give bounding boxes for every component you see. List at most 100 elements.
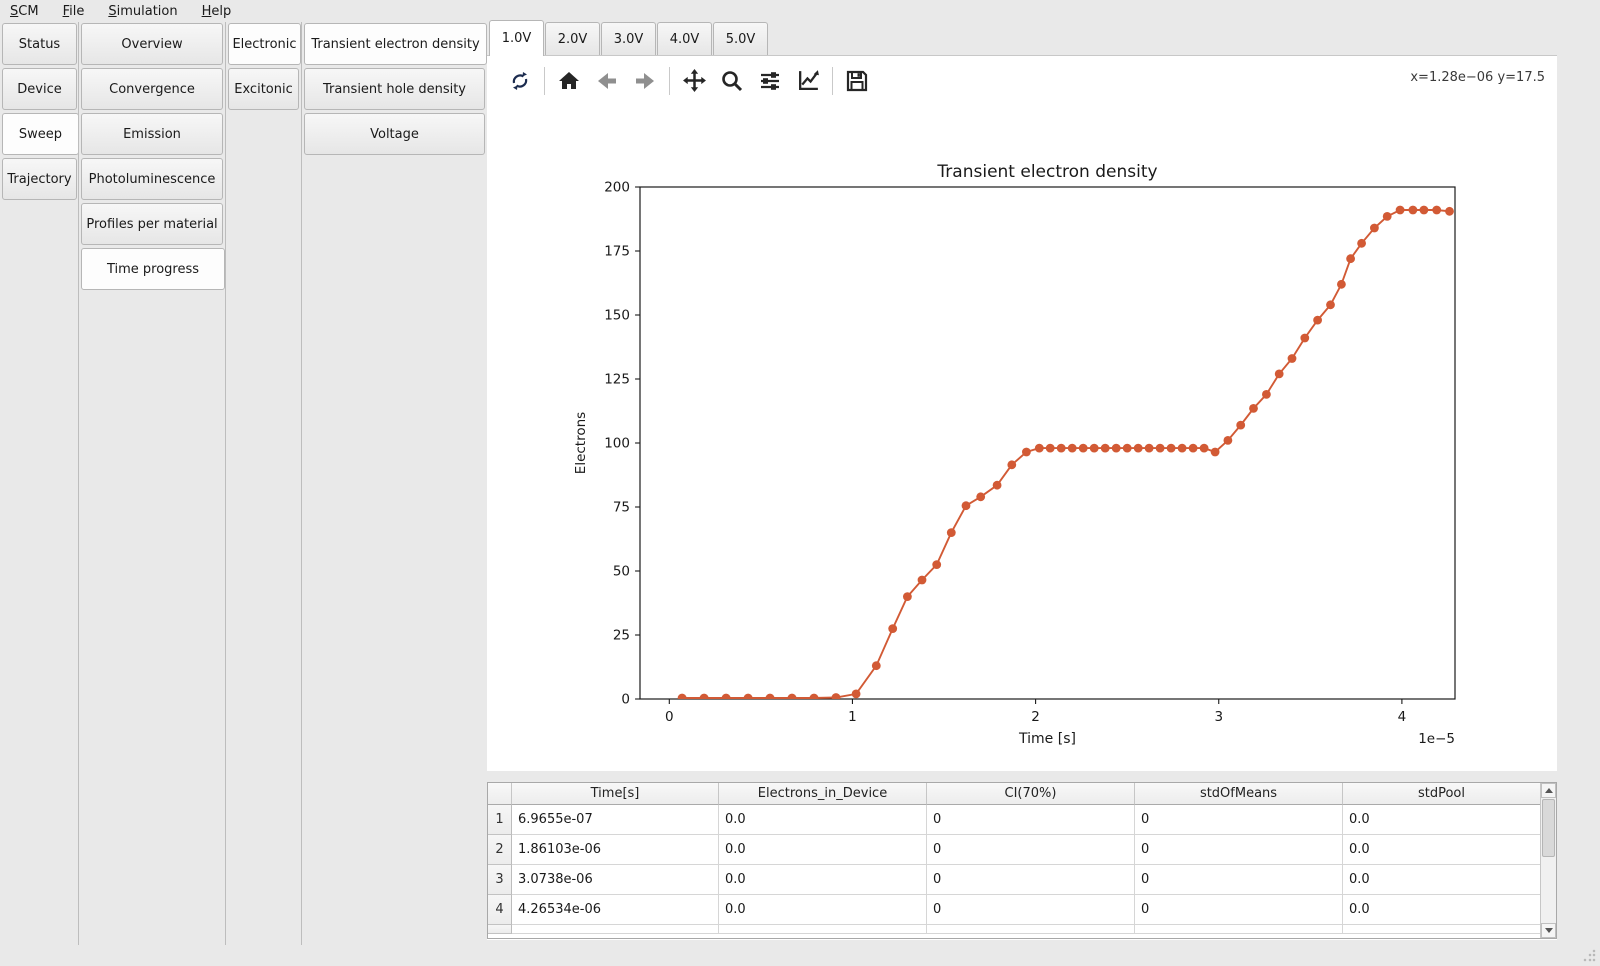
scroll-up-button[interactable] (1541, 783, 1556, 798)
svg-text:175: 175 (604, 244, 630, 260)
cell-stdofmeans[interactable]: 0 (1135, 835, 1343, 865)
cell-stdpool[interactable]: 0.0 (1343, 895, 1541, 925)
tab-emission[interactable]: Emission (81, 113, 223, 155)
transient-electron-density-chart[interactable]: 012340255075100125150175200Transient ele… (487, 105, 1557, 771)
plot-canvas[interactable]: 012340255075100125150175200Transient ele… (487, 105, 1557, 771)
svg-text:Time [s]: Time [s] (1018, 731, 1076, 747)
app-window: SCM File Simulation Help Status Device S… (0, 0, 1600, 966)
cell-electrons[interactable]: 0.0 (719, 835, 927, 865)
svg-text:2: 2 (1031, 709, 1040, 725)
table-row-partial (488, 925, 1541, 934)
cell-ci70[interactable]: 0 (927, 835, 1135, 865)
tab-overview[interactable]: Overview (81, 23, 223, 65)
nav-separator-2 (225, 22, 226, 945)
scroll-down-button[interactable] (1541, 923, 1556, 938)
row-number: 4 (488, 895, 512, 925)
cell-stdofmeans[interactable]: 0 (1135, 895, 1343, 925)
scrollbar-thumb[interactable] (1542, 799, 1555, 857)
cell-electrons[interactable]: 0.0 (719, 805, 927, 835)
table-row[interactable]: 4 4.26534e-06 0.0 0 0 0.0 (488, 895, 1541, 925)
cell-stdofmeans[interactable]: 0 (1135, 805, 1343, 835)
svg-text:4: 4 (1398, 709, 1407, 725)
cell-ci70[interactable]: 0 (927, 895, 1135, 925)
cell-stdpool[interactable]: 0.0 (1343, 805, 1541, 835)
nav-separator-3 (301, 22, 302, 945)
svg-text:50: 50 (613, 564, 630, 580)
tab-convergence[interactable]: Convergence (81, 68, 223, 110)
table-row[interactable]: 3 3.0738e-06 0.0 0 0 0.0 (488, 865, 1541, 895)
cell-ci70[interactable]: 0 (927, 865, 1135, 895)
tab-transient-hole-density[interactable]: Transient hole density (304, 68, 485, 110)
tab-photoluminescence[interactable]: Photoluminescence (81, 158, 223, 200)
tab-profiles-per-material[interactable]: Profiles per material (81, 203, 223, 245)
row-number: 3 (488, 865, 512, 895)
tab-excitonic[interactable]: Excitonic (228, 68, 299, 110)
tab-trajectory[interactable]: Trajectory (2, 158, 77, 200)
menu-file[interactable]: File (51, 0, 97, 22)
tab-time-progress[interactable]: Time progress (81, 248, 225, 290)
header-corner (488, 783, 512, 805)
home-icon[interactable] (552, 64, 586, 98)
table-header-row: Time[s] Electrons_in_Device CI(70%) stdO… (488, 783, 1541, 805)
cell-electrons[interactable]: 0.0 (719, 865, 927, 895)
header-time: Time[s] (512, 783, 719, 805)
cursor-coordinates: x=1.28e−06 y=17.5 (1410, 70, 1545, 85)
cell-time[interactable]: 4.26534e-06 (512, 895, 719, 925)
svg-text:3: 3 (1214, 709, 1223, 725)
svg-text:150: 150 (604, 308, 630, 324)
header-stdofmeans: stdOfMeans (1135, 783, 1343, 805)
content-pane: x=1.28e−06 y=17.5 0123402550751001251501… (487, 55, 1557, 940)
table-row[interactable]: 1 6.9655e-07 0.0 0 0 0.0 (488, 805, 1541, 835)
svg-text:Electrons: Electrons (573, 412, 589, 474)
row-number: 2 (488, 835, 512, 865)
toolbar-separator (544, 67, 545, 95)
back-icon[interactable] (590, 64, 624, 98)
svg-text:125: 125 (604, 372, 630, 388)
forward-icon[interactable] (628, 64, 662, 98)
tab-transient-electron-density[interactable]: Transient electron density (304, 23, 487, 65)
svg-text:200: 200 (604, 180, 630, 196)
tab-sweep[interactable]: Sweep (2, 113, 79, 155)
toolbar-separator (669, 67, 670, 95)
table-row[interactable]: 2 1.86103e-06 0.0 0 0 0.0 (488, 835, 1541, 865)
refresh-icon[interactable] (503, 64, 537, 98)
menu-simulation[interactable]: Simulation (96, 0, 189, 22)
tab-4_0v[interactable]: 4.0V (657, 22, 712, 55)
svg-text:75: 75 (613, 500, 630, 516)
customize-icon[interactable] (791, 64, 825, 98)
cell-time[interactable]: 3.0738e-06 (512, 865, 719, 895)
cell-time[interactable]: 1.86103e-06 (512, 835, 719, 865)
splitter-handle[interactable] (487, 771, 1557, 782)
cell-stdofmeans[interactable]: 0 (1135, 865, 1343, 895)
tab-5_0v[interactable]: 5.0V (713, 22, 768, 55)
plot-toolbar: x=1.28e−06 y=17.5 (487, 56, 1557, 105)
cell-stdpool[interactable]: 0.0 (1343, 865, 1541, 895)
header-stdpool: stdPool (1343, 783, 1541, 805)
menu-help[interactable]: Help (190, 0, 244, 22)
table-scrollbar[interactable] (1540, 783, 1556, 938)
zoom-icon[interactable] (715, 64, 749, 98)
cell-ci70[interactable]: 0 (927, 805, 1135, 835)
cell-electrons[interactable]: 0.0 (719, 895, 927, 925)
tab-voltage[interactable]: Voltage (304, 113, 485, 155)
row-number: 1 (488, 805, 512, 835)
subplots-icon[interactable] (753, 64, 787, 98)
menu-scm[interactable]: SCM (0, 0, 51, 22)
cell-time[interactable]: 6.9655e-07 (512, 805, 719, 835)
cell-stdpool[interactable]: 0.0 (1343, 835, 1541, 865)
svg-text:0: 0 (665, 709, 674, 725)
tab-status[interactable]: Status (2, 23, 77, 65)
tab-device[interactable]: Device (2, 68, 77, 110)
svg-text:0: 0 (621, 692, 630, 708)
save-icon[interactable] (840, 64, 874, 98)
nav-separator-1 (78, 22, 79, 945)
window-resize-grip[interactable] (1583, 949, 1596, 962)
tab-2_0v[interactable]: 2.0V (545, 22, 600, 55)
svg-text:25: 25 (613, 628, 630, 644)
time-progress-table: Time[s] Electrons_in_Device CI(70%) stdO… (487, 782, 1557, 939)
tab-electronic[interactable]: Electronic (228, 23, 301, 65)
pan-icon[interactable] (677, 64, 711, 98)
toolbar-separator (832, 67, 833, 95)
tab-1_0v[interactable]: 1.0V (489, 20, 544, 56)
tab-3_0v[interactable]: 3.0V (601, 22, 656, 55)
